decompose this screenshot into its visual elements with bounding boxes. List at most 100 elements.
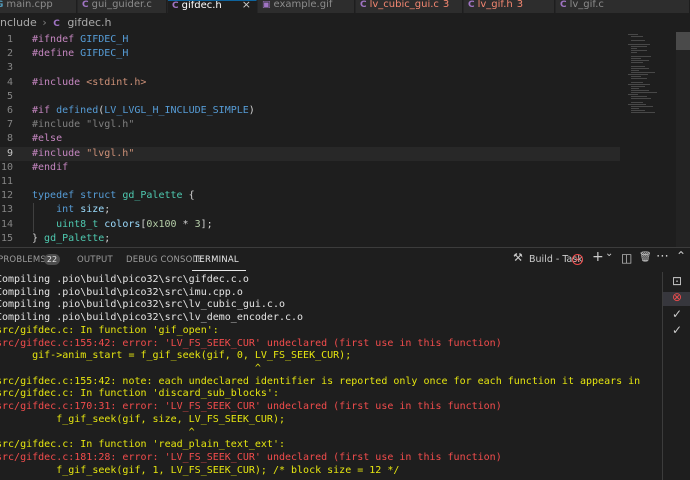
code-token: gd_Palette (44, 232, 105, 244)
tab-terminal[interactable]: TERMINAL (194, 255, 239, 265)
code-token: size (80, 204, 105, 216)
tab-lv-cubic-gui-c[interactable]: Clv_cubic_gui.c 3 (356, 0, 463, 13)
task-instance-item[interactable]: ✓ (671, 323, 685, 339)
minimap-line (631, 86, 645, 87)
file-type-icon: ▣ (262, 0, 271, 10)
tab-problem-count: 3 (516, 0, 524, 10)
tab-label: lv_gif.h (477, 0, 513, 10)
minimap-line (631, 82, 643, 83)
tab-label: lv_gif.c (569, 0, 604, 10)
add-terminal-icon[interactable]: + (592, 249, 604, 265)
line-number: 3 (6, 62, 13, 74)
code-line[interactable]: 9 #include "lvgl.h" (0, 146, 620, 161)
tab-lv-gif-h[interactable]: Clv_gif.h 3 (464, 0, 555, 13)
indent-guide (33, 203, 34, 232)
code-token: defined (56, 105, 99, 116)
code-line[interactable]: 4 #include <stdint.h> (0, 76, 620, 90)
minimap-line (631, 40, 645, 41)
terminal-output[interactable]: Compiling .pio\build\pico32\src\gifdec.c… (0, 272, 660, 480)
file-type-icon: C (468, 0, 475, 10)
more-actions-icon[interactable]: ⋯ (656, 249, 669, 264)
code-line[interactable]: 6 #if defined(LV_LVGL_H_INCLUDE_SIMPLE) (0, 104, 620, 118)
code-token: uint8_t (56, 218, 105, 230)
code-token: #if (32, 105, 57, 116)
file-type-icon: G (0, 0, 3, 10)
code-token: ; (104, 204, 111, 216)
task-instance-item-selected[interactable]: ⊗ (663, 290, 690, 306)
code-line[interactable]: 3 (0, 61, 620, 75)
breadcrumb-file[interactable]: gifdec.h (67, 16, 111, 29)
chevron-right-icon: › (42, 16, 47, 29)
code-token: LV_LVGL_H_INCLUDE_SIMPLE (104, 105, 249, 116)
task-instance-item[interactable]: ✓ (671, 307, 685, 323)
trash-icon[interactable]: 🗑 (639, 252, 652, 263)
tab-problems[interactable]: PROBLEMS (0, 255, 46, 265)
terminal-icon: ⊡ (672, 274, 683, 288)
line-number: 9 (6, 147, 13, 159)
code-token: #endif (32, 161, 69, 173)
code-token: #include (32, 76, 87, 88)
code-line[interactable]: 8 #else (0, 132, 620, 146)
tab-gifdec-h[interactable]: Cgifdec.h × (168, 0, 257, 13)
tab-label: main.cpp (6, 0, 53, 10)
code-token: { (182, 190, 195, 202)
minimap-line (631, 102, 643, 103)
code-line[interactable]: 2 #define GIFDEC_H (0, 47, 620, 61)
maximize-panel-icon[interactable]: ⌃ (676, 249, 686, 263)
line-number: 6 (6, 105, 13, 116)
editor-scroll-thumb[interactable] (676, 32, 690, 50)
c-file-icon: C (53, 19, 60, 29)
minimap[interactable] (628, 32, 676, 113)
code-token: typedef (32, 190, 81, 202)
minimap-line (631, 76, 641, 77)
line-number: 11 (0, 176, 13, 187)
tab-output[interactable]: OUTPUT (77, 255, 113, 265)
line-number: 13 (0, 204, 13, 216)
minimap-line (631, 106, 653, 107)
active-tab-indicator (192, 270, 246, 271)
code-text: #if defined(LV_LVGL_H_INCLUDE_SIMPLE) (32, 104, 255, 118)
tab-gui-guider-c[interactable]: Cgui_guider.c (78, 0, 167, 13)
code-text: uint8_t colors[0x100 * 3]; (32, 218, 213, 232)
line-number: 4 (6, 76, 13, 88)
editor-tab-bar: Gmain.cppCgui_guider.cCgifdec.h×▣example… (0, 0, 690, 13)
breadcrumb-folder[interactable]: nclude (0, 16, 37, 29)
code-token: colors (104, 218, 141, 230)
close-icon[interactable]: × (242, 1, 251, 10)
editor-scrollbar[interactable] (676, 32, 690, 247)
tab-debug-console[interactable]: DEBUG CONSOLE (126, 255, 203, 265)
terminal-instance-item[interactable]: ⊡ (671, 274, 685, 290)
code-editor[interactable]: 1 #ifndef GIFDEC_H 2 #define GIFDEC_H 3 4 #inc… (0, 32, 690, 247)
code-line[interactable]: 7 #include "lvgl.h" (0, 118, 620, 132)
code-token: #define (32, 48, 81, 60)
minimap-line (631, 96, 647, 97)
tab-main-cpp[interactable]: Gmain.cpp (0, 0, 77, 13)
line-number: 8 (6, 133, 13, 145)
chevron-down-icon[interactable]: ⌄ (605, 248, 613, 259)
split-terminal-icon[interactable]: ◫ (621, 251, 632, 265)
code-line[interactable]: 11 (0, 175, 620, 189)
code-line[interactable]: 5 (0, 90, 620, 104)
minimap-line (631, 58, 641, 59)
code-line[interactable]: 1 #ifndef GIFDEC_H (0, 33, 620, 47)
code-line[interactable]: 12 typedef struct gd_Palette { (0, 189, 620, 203)
breadcrumb: nclude › C gifdec.h (0, 14, 690, 32)
check-icon: ✓ (672, 323, 683, 337)
tab-lv-gif-c[interactable]: Clv_gif.c (556, 0, 690, 13)
minimap-line (631, 46, 647, 47)
code-line[interactable]: 14 uint8_t colors[0x100 * 3]; (0, 218, 620, 232)
code-token: ]; (200, 218, 213, 230)
tab-label: example.gif (273, 0, 333, 10)
minimap-line (631, 92, 657, 93)
tab-example-gif[interactable]: ▣ example.gif (258, 0, 355, 13)
tab-label: gifdec.h (181, 0, 222, 11)
code-line[interactable]: 15} gd_Palette; (0, 232, 620, 246)
minimap-line (631, 78, 647, 79)
code-token: gd_Palette (122, 190, 183, 202)
code-token: } (32, 232, 45, 244)
code-line[interactable]: 10 #endif (0, 161, 620, 175)
code-line[interactable]: 13 int size; (0, 203, 620, 217)
tools-icon[interactable]: ⚒ (513, 251, 523, 264)
line-number: 1 (6, 34, 13, 45)
